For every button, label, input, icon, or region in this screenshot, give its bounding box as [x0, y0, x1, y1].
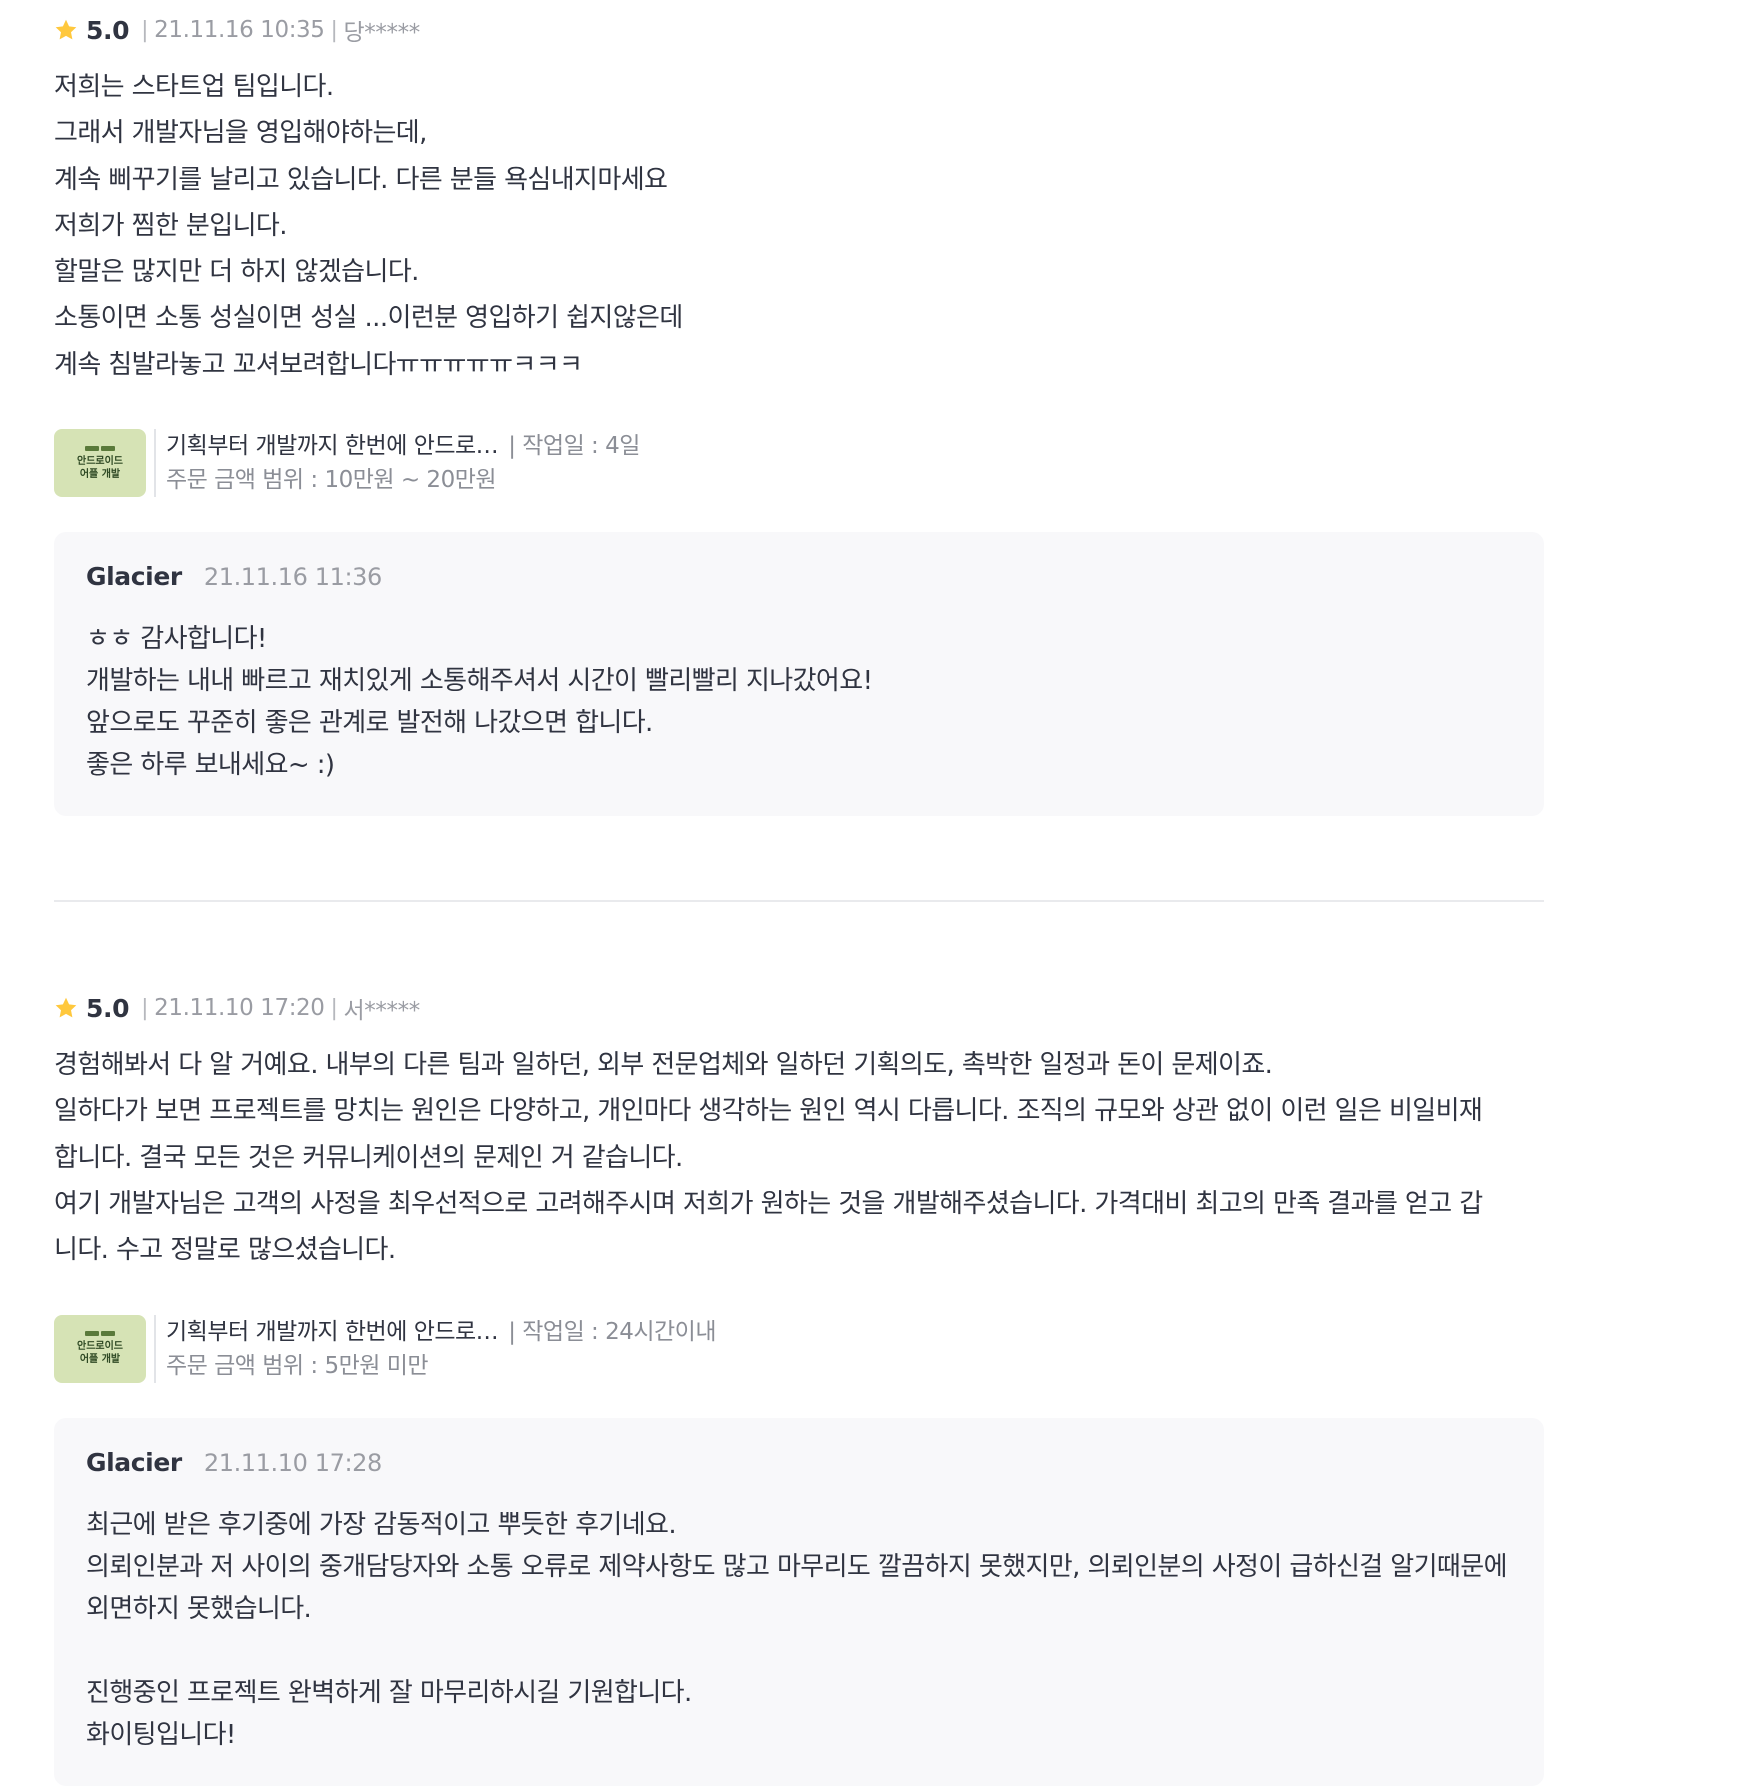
- reply-author: Glacier: [86, 562, 182, 592]
- meta-separator: |: [141, 17, 149, 43]
- work-days: | 작업일 : 4일: [508, 433, 640, 460]
- meta-separator: |: [330, 17, 338, 43]
- star-icon: [55, 997, 77, 1018]
- reply-text: ㅎㅎ 감사합니다! 개발하는 내내 빠르고 재치있게 소통해주셔서 시간이 빨리…: [86, 624, 873, 781]
- reviewer-name: 서*****: [343, 998, 421, 1025]
- meta-separator: |: [141, 995, 149, 1021]
- review-text: 저희는 스타트업 팀입니다. 그래서 개발자님을 영입해야하는데, 계속 삐꾸기…: [54, 72, 683, 380]
- thumbnail-title: 안드로이드: [77, 1341, 123, 1353]
- service-title[interactable]: 기획부터 개발까지 한번에 안드로…: [166, 433, 499, 459]
- price-range: 주문 금액 범위 : 10만원 ~ 20만원: [166, 467, 497, 494]
- thumbnail-subtitle: 어플 개발: [79, 468, 121, 480]
- service-info: 기획부터 개발까지 한번에 안드로… | 작업일 : 4일 주문 금액 범위 : …: [154, 429, 640, 498]
- thumbnail-title: 안드로이드: [77, 455, 123, 467]
- review-item: 5.0 | 21.11.10 17:20 | 서***** 경험해봐서 다 알 …: [54, 902, 1544, 1786]
- reply-date: 21.11.16 11:36: [203, 563, 382, 592]
- review-item: 5.0 | 21.11.16 10:35 | 당***** 저희는 스타트업 팀…: [54, 0, 1544, 903]
- rating-score: 5.0: [86, 15, 130, 45]
- service-title-line: 기획부터 개발까지 한번에 안드로… | 작업일 : 24시간이내: [166, 1315, 717, 1349]
- service-thumbnail[interactable]: 안드로이드 어플 개발: [54, 1314, 146, 1383]
- reviewer-name: 당*****: [343, 20, 421, 46]
- rating-score: 5.0: [86, 993, 130, 1023]
- work-days: | 작업일 : 24시간이내: [508, 1318, 717, 1345]
- thumbnail-badge: [85, 445, 115, 451]
- service-title[interactable]: 기획부터 개발까지 한번에 안드로…: [166, 1319, 499, 1345]
- meta-separator: |: [330, 995, 338, 1021]
- seller-reply: Glacier 21.11.10 17:28 최근에 받은 후기중에 가장 감동…: [54, 1417, 1544, 1786]
- service-title-line: 기획부터 개발까지 한번에 안드로… | 작업일 : 4일: [166, 429, 640, 463]
- review-list: 5.0 | 21.11.16 10:35 | 당***** 저희는 스타트업 팀…: [54, 0, 1544, 1786]
- service-thumbnail[interactable]: 안드로이드 어플 개발: [54, 429, 146, 498]
- service-summary[interactable]: 안드로이드 어플 개발 기획부터 개발까지 한번에 안드로… | 작업일 : 24…: [54, 1314, 1544, 1384]
- review-meta: 5.0 | 21.11.10 17:20 | 서*****: [54, 992, 1544, 1024]
- star-icon: [55, 19, 77, 40]
- service-summary[interactable]: 안드로이드 어플 개발 기획부터 개발까지 한번에 안드로… | 작업일 : 4일…: [54, 428, 1544, 498]
- review-text: 경험해봐서 다 알 거예요. 내부의 다른 팀과 일하던, 외부 전문업체와 일…: [54, 1050, 1483, 1266]
- reply-header: Glacier 21.11.16 11:36: [86, 562, 1512, 596]
- review-date: 21.11.16 10:35: [154, 17, 325, 43]
- review-meta: 5.0 | 21.11.16 10:35 | 당*****: [54, 14, 1544, 46]
- reply-text: 최근에 받은 후기중에 가장 감동적이고 뿌듯한 후기네요. 의뢰인분과 저 사…: [86, 1509, 1508, 1750]
- thumbnail-subtitle: 어플 개발: [79, 1354, 121, 1366]
- service-info: 기획부터 개발까지 한번에 안드로… | 작업일 : 24시간이내 주문 금액 범…: [154, 1314, 717, 1383]
- reply-author: Glacier: [86, 1447, 182, 1477]
- reply-date: 21.11.10 17:28: [203, 1448, 382, 1477]
- thumbnail-badge: [85, 1331, 115, 1337]
- review-date: 21.11.10 17:20: [154, 995, 325, 1022]
- price-range: 주문 금액 범위 : 5만원 미만: [166, 1352, 429, 1379]
- reply-header: Glacier 21.11.10 17:28: [86, 1448, 1512, 1482]
- seller-reply: Glacier 21.11.16 11:36 ㅎㅎ 감사합니다! 개발하는 내내…: [54, 532, 1544, 817]
